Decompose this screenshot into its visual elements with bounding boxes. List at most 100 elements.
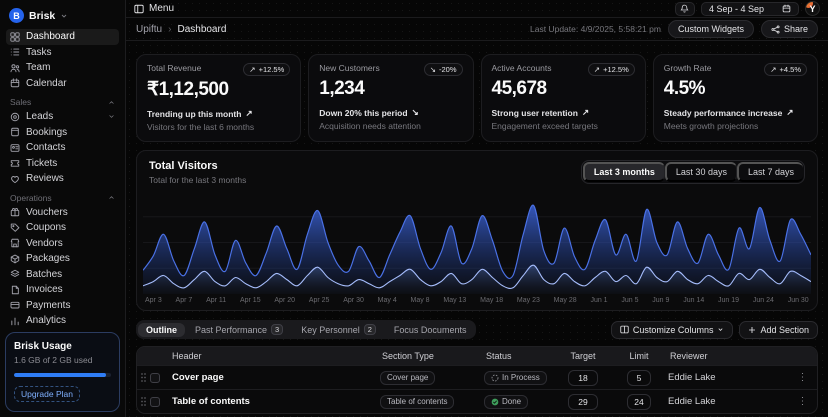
sidebar-item-payments[interactable]: Payments [6, 298, 119, 314]
tab-count-badge: 3 [271, 324, 283, 335]
chart-header: Total Visitors Total for the last 3 mont… [137, 160, 817, 191]
reviewer-cell[interactable]: Eddie Lake [668, 396, 788, 407]
x-tick: Apr 20 [274, 297, 295, 304]
custom-widgets-button[interactable]: Custom Widgets [668, 20, 754, 38]
date-range-picker[interactable]: 4 Sep - 4 Sep [701, 2, 799, 16]
range-last-3-months[interactable]: Last 3 months [583, 162, 665, 182]
sidebar-item-analytics[interactable]: Analytics [6, 313, 119, 329]
sidebar-item-bookings[interactable]: Bookings [6, 125, 119, 141]
vouchers-icon [10, 207, 20, 217]
sidebar-item-vendors[interactable]: Vendors [6, 236, 119, 252]
bookings-icon [10, 127, 20, 137]
sidebar-item-packages[interactable]: Packages [6, 251, 119, 267]
upgrade-plan-button[interactable]: Upgrade Plan [14, 386, 80, 402]
sidebar-item-contacts[interactable]: Contacts [6, 140, 119, 156]
sidebar-item-batches[interactable]: Batches [6, 267, 119, 283]
add-section-label: Add Section [760, 325, 809, 335]
sidebar-item-label: Tickets [26, 158, 57, 169]
notifications-button[interactable] [675, 2, 695, 16]
kpi-trend-label: Down 20% this period↘ [319, 107, 462, 118]
sidebar-item-dashboard[interactable]: Dashboard [6, 29, 119, 45]
sidebar-item-tasks[interactable]: Tasks [6, 45, 119, 61]
main-area: Menu 4 Sep - 4 Sep Y Upiftu › Dashboard [126, 0, 828, 417]
trend-up-icon: ↗ [786, 107, 793, 118]
brand-logo: B [9, 8, 24, 23]
tab-focus-documents[interactable]: Focus Documents [386, 323, 475, 337]
contacts-icon [10, 143, 20, 153]
reviews-icon [10, 174, 20, 184]
add-section-button[interactable]: Add Section [739, 321, 818, 339]
breadcrumb-separator: › [168, 24, 171, 35]
row-menu-button[interactable]: ⋮ [788, 372, 817, 383]
sidebar-item-reviews[interactable]: Reviews [6, 171, 119, 187]
sidebar-item-label: Team [26, 62, 50, 73]
brand-name: Brisk [29, 10, 55, 22]
sidebar-item-label: Calendar [26, 78, 67, 89]
kpi-trend-badge: ↘-20% [424, 63, 463, 76]
user-avatar[interactable]: Y [805, 1, 820, 16]
tab-outline[interactable]: Outline [138, 323, 185, 337]
row-menu-button[interactable]: ⋮ [788, 396, 817, 407]
sidebar-item-invoices[interactable]: Invoices [6, 282, 119, 298]
sidebar-item-vouchers[interactable]: Vouchers [6, 205, 119, 221]
tab-label: Outline [146, 325, 177, 335]
sidebar-item-team[interactable]: Team [6, 60, 119, 76]
target-input[interactable] [568, 370, 598, 386]
customize-columns-button[interactable]: Customize Columns [611, 321, 734, 339]
row-checkbox[interactable] [150, 397, 160, 407]
range-last-30-days[interactable]: Last 30 days [665, 162, 737, 182]
vendors-icon [10, 238, 20, 248]
sidebar-item-tickets[interactable]: Tickets [6, 156, 119, 172]
visitors-chart-card: Total Visitors Total for the last 3 mont… [136, 150, 818, 311]
menu-button[interactable]: Menu [134, 3, 174, 14]
trend-up-icon: ↗ [770, 65, 776, 74]
range-last-7-days[interactable]: Last 7 days [737, 162, 803, 182]
row-checkbox[interactable] [150, 373, 160, 383]
share-button[interactable]: Share [761, 20, 818, 38]
kpi-card-new-customers: New Customers↘-20%1,234Down 20% this per… [308, 54, 473, 142]
reviewer-cell[interactable]: Eddie Lake [668, 372, 788, 383]
limit-input[interactable] [627, 394, 651, 410]
x-tick: Jun 1 [590, 297, 607, 304]
breadcrumb-app[interactable]: Upiftu [136, 24, 162, 35]
sidebar-item-leads[interactable]: Leads [6, 109, 119, 125]
sidebar-item-label: Batches [26, 269, 62, 280]
trend-up-icon: ↗ [582, 107, 589, 118]
area-chart[interactable] [137, 191, 817, 294]
sidebar-section-operations[interactable]: Operations [6, 187, 119, 205]
sidebar-nav: DashboardTasksTeam Calendar SalesLeadsBook… [6, 29, 119, 378]
section-type-badge: Table of contents [380, 395, 454, 409]
kpi-value: ₹1,12,500 [147, 78, 290, 101]
drag-handle-icon[interactable] [137, 396, 150, 407]
sidebar-item-coupons[interactable]: Coupons [6, 220, 119, 236]
sidebar-item-calendar[interactable]: Calendar [6, 76, 119, 92]
chevron-down-icon [717, 326, 724, 333]
col-section-type: Section Type [380, 351, 484, 361]
kpi-trend-label: Steady performance increase↗ [664, 107, 807, 118]
kpi-trend-label: Trending up this month↗ [147, 108, 290, 119]
chart-range-toggle: Last 3 monthsLast 30 daysLast 7 days [581, 160, 805, 184]
share-label: Share [784, 24, 808, 34]
sidebar: B Brisk DashboardTasksTeam Calendar SalesL… [0, 0, 126, 417]
limit-input[interactable] [627, 370, 651, 386]
breadcrumb: Upiftu › Dashboard [136, 24, 226, 35]
kpi-badge-value: -20% [439, 65, 457, 74]
tab-past-performance[interactable]: Past Performance3 [187, 322, 291, 337]
tab-key-personnel[interactable]: Key Personnel2 [293, 322, 384, 337]
trend-up-icon: ↗ [594, 65, 600, 74]
sidebar-section-label: Operations [10, 193, 52, 203]
row-header-cell: Cover page [170, 372, 380, 383]
kpi-title: New Customers [319, 63, 379, 73]
last-update-text: Last Update: 4/9/2025, 5:58:21 pm [530, 24, 661, 34]
sidebar-section-sales[interactable]: Sales [6, 91, 119, 109]
workspace-switcher[interactable]: B Brisk [6, 5, 119, 29]
usage-progress-fill [14, 373, 106, 377]
chevron-up-icon [108, 99, 115, 106]
kpi-subtext: Acquisition needs attention [319, 121, 462, 131]
sidebar-toggle-icon [134, 4, 144, 14]
drag-handle-icon[interactable] [137, 372, 150, 383]
kpi-trend-badge: ↗+12.5% [243, 63, 290, 76]
target-input[interactable] [568, 394, 598, 410]
dashboard-content: Total Revenue↗+12.5%₹1,12,500Trending up… [126, 41, 828, 417]
packages-icon [10, 254, 20, 264]
